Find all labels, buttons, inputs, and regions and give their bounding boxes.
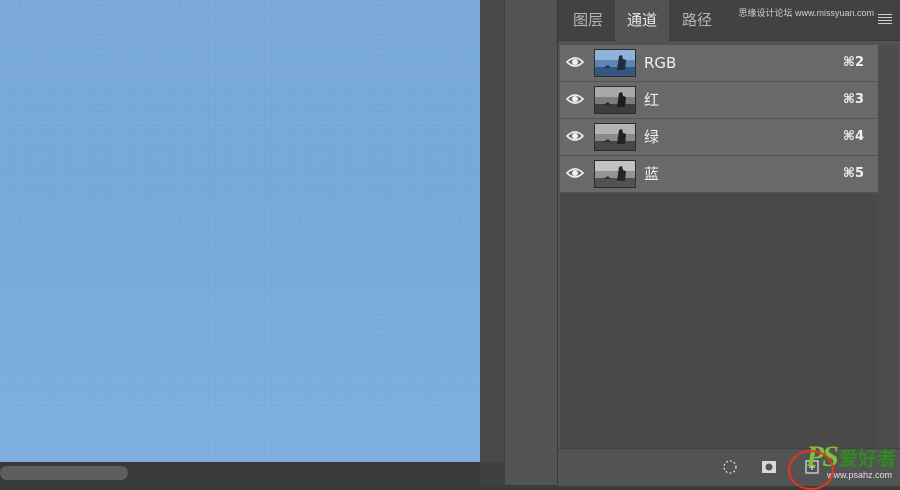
horizontal-scrollbar[interactable]	[0, 462, 480, 485]
channel-row-blue[interactable]: 蓝 ⌘5	[560, 156, 878, 193]
highlight-circle	[788, 450, 834, 490]
horizontal-scrollbar-thumb[interactable]	[0, 466, 128, 480]
panel-dock-gutter	[504, 0, 558, 485]
scroll-corner	[480, 462, 504, 485]
eye-icon[interactable]	[566, 129, 584, 143]
channel-shortcut: ⌘5	[842, 166, 864, 181]
canvas-right-edge	[480, 0, 504, 485]
channel-name: 红	[644, 91, 660, 109]
logo-cn-text: 爱好者	[838, 447, 896, 470]
tab-channels[interactable]: 通道	[615, 0, 669, 41]
channel-shortcut: ⌘2	[842, 55, 864, 70]
tab-layers[interactable]: 图层	[562, 0, 614, 40]
load-selection-icon[interactable]	[722, 460, 738, 474]
channel-list-empty-area	[560, 193, 878, 448]
channel-shortcut: ⌘4	[842, 129, 864, 144]
eye-icon[interactable]	[566, 166, 584, 180]
channel-thumbnail-rgb	[594, 49, 636, 77]
channel-row-red[interactable]: 红 ⌘3	[560, 82, 878, 119]
channel-thumbnail-red	[594, 86, 636, 114]
watermark-text: 思缘设计论坛 www.missyuan.com	[738, 8, 874, 18]
panel-menu-icon[interactable]	[878, 14, 892, 24]
panel-scrollbar[interactable]	[878, 45, 898, 448]
channel-name: RGB	[644, 54, 677, 72]
eye-icon[interactable]	[566, 92, 584, 106]
canvas-texture	[0, 0, 480, 462]
watermark-url: www.psahz.com	[826, 470, 892, 480]
document-canvas[interactable]	[0, 0, 480, 462]
channel-row-green[interactable]: 绿 ⌘4	[560, 119, 878, 156]
channels-panel: 图层 通道 路径 思缘设计论坛 www.missyuan.com RGB ⌘2 …	[558, 0, 900, 486]
channel-list: RGB ⌘2 红 ⌘3 绿 ⌘4 蓝 ⌘5	[560, 45, 878, 193]
channel-thumbnail-green	[594, 123, 636, 151]
channel-name: 绿	[644, 128, 660, 146]
channel-name: 蓝	[644, 165, 660, 183]
eye-icon[interactable]	[566, 55, 584, 69]
channel-thumbnail-blue	[594, 160, 636, 188]
save-selection-icon[interactable]	[761, 460, 777, 474]
panel-tabbar: 图层 通道 路径 思缘设计论坛 www.missyuan.com	[558, 0, 900, 41]
channel-shortcut: ⌘3	[842, 92, 864, 107]
channel-row-rgb[interactable]: RGB ⌘2	[560, 45, 878, 82]
tab-paths[interactable]: 路径	[670, 0, 724, 40]
